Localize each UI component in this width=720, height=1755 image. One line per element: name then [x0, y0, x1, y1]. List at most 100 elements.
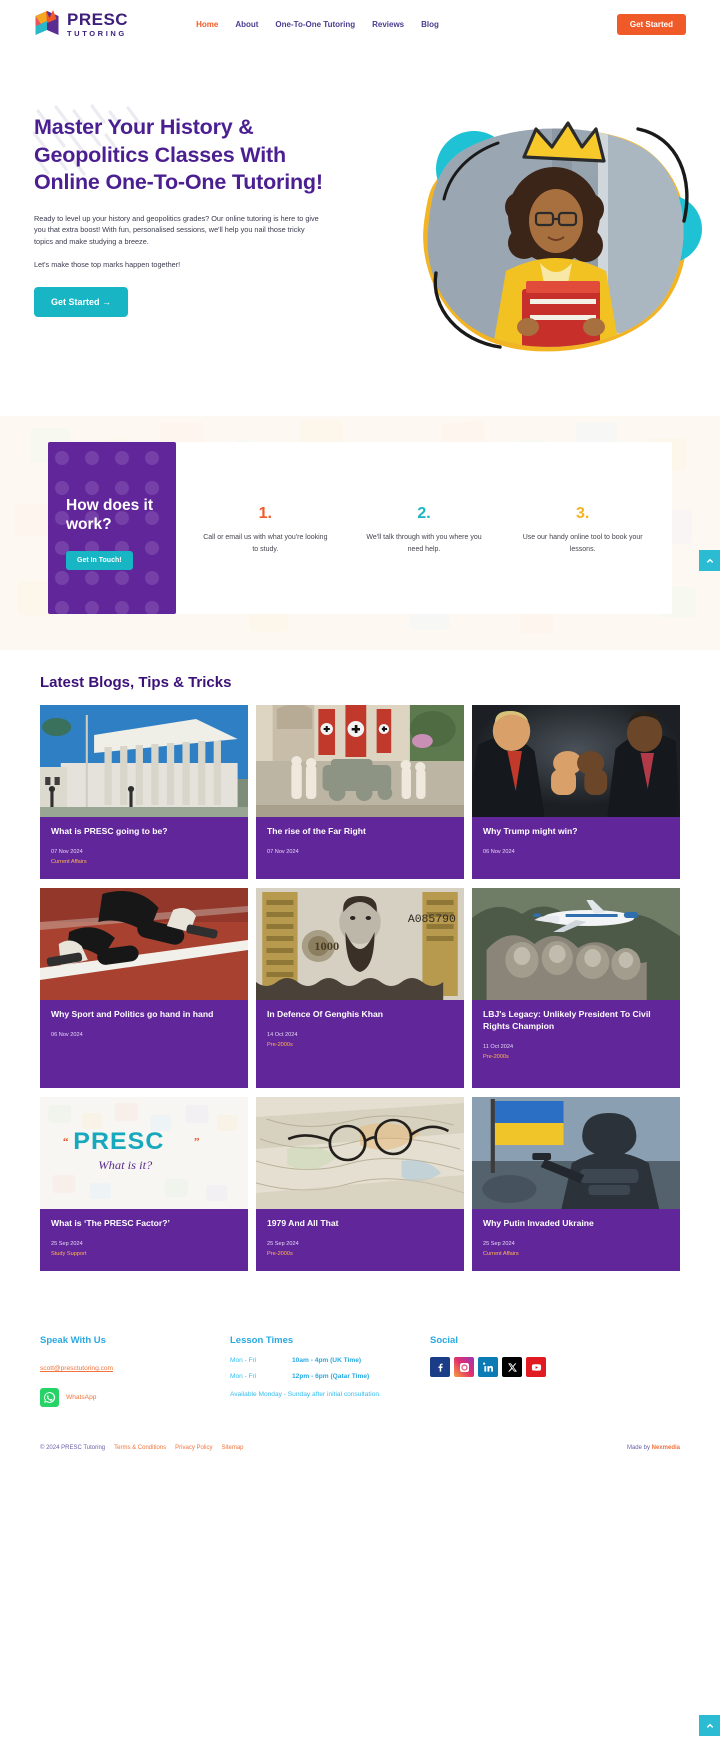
header-get-started-button[interactable]: Get Started [616, 13, 686, 35]
lesson-times-heading: Lesson Times [230, 1335, 294, 1346]
logo-main-text: PRESC [67, 9, 129, 29]
blog-card[interactable]: 1979 And All That 25 Sep 2024 Pre-2000s [256, 1097, 464, 1271]
nav-item-blog[interactable]: Blog [421, 20, 439, 29]
supreme-court-building-photo [40, 705, 248, 817]
far-right-rally-photo [256, 705, 464, 817]
step-2-number: 2. [417, 505, 431, 522]
whatsapp-icon [40, 1388, 59, 1407]
footer-speak-with-us: Speak With Us scott@presctutoring.com Wh… [40, 1335, 230, 1407]
scroll-to-top-button[interactable] [699, 1715, 720, 1736]
nav-item-home[interactable]: Home [196, 20, 218, 29]
blog-card-title: LBJ's Legacy: Unlikely President To Civi… [483, 1009, 651, 1031]
mongolian-banknote-photo: 1000 A085790 [256, 888, 464, 1000]
hero-student-illustration [423, 121, 702, 352]
hero-get-started-button[interactable]: Get Started → [34, 286, 129, 317]
svg-text:PRESC: PRESC [73, 1128, 164, 1154]
blog-card[interactable]: LBJ's Legacy: Unlikely President To Civi… [472, 888, 680, 1088]
blog-card-category: Pre-2000s [483, 1053, 509, 1060]
blog-card[interactable]: “ PRESC ” What is it? What is ‘The PRESC… [40, 1097, 248, 1271]
get-in-touch-button[interactable]: Get In Touch! [66, 550, 133, 570]
nav-item-about[interactable]: About [235, 20, 258, 29]
how-it-works-heading: How does it work? [66, 497, 153, 533]
blog-card[interactable]: What is PRESC going to be? 07 Nov 2024 C… [40, 705, 248, 879]
blog-card-title: What is ‘The PRESC Factor?’ [51, 1218, 170, 1228]
sprinter-starting-blocks-photo [40, 888, 248, 1000]
speak-with-us-heading: Speak With Us [40, 1335, 106, 1346]
nav-item-one-to-one-tutoring[interactable]: One-To-One Tutoring [275, 20, 355, 29]
trump-obama-fist-bump-photo [472, 705, 680, 817]
social-heading: Social [430, 1335, 458, 1346]
blog-card-date: 07 Nov 2024 [267, 848, 299, 855]
latest-blogs-section: Latest Blogs, Tips & Tricks What is PRES… [0, 650, 720, 1271]
how-it-works-steps: 1. Call or email us with what you're loo… [176, 442, 672, 614]
blog-card-title: Why Putin Invaded Ukraine [483, 1218, 594, 1228]
lesson-day: Mon - Fri [230, 1357, 257, 1364]
blog-card-category: Study Support [51, 1250, 87, 1257]
blog-card-title: Why Trump might win? [483, 826, 578, 836]
site-footer: Speak With Us scott@presctutoring.com Wh… [0, 1317, 720, 1407]
svg-text:“: “ [63, 1136, 69, 1148]
privacy-policy-link[interactable]: Privacy Policy [175, 1445, 212, 1451]
blog-card-category: Pre-2000s [267, 1041, 293, 1048]
linkedin-icon[interactable] [478, 1357, 498, 1377]
blog-card[interactable]: Why Trump might win? 06 Nov 2024 [472, 705, 680, 879]
sitemap-link[interactable]: Sitemap [222, 1445, 244, 1451]
copyright-bar: © 2024 PRESC Tutoring Terms & Conditions… [0, 1445, 720, 1451]
social-links [430, 1357, 546, 1377]
hero-paragraph: Ready to level up your history and geopo… [34, 213, 319, 247]
svg-text:1000: 1000 [314, 939, 339, 953]
contact-email-link[interactable]: scott@presctutoring.com [40, 1365, 113, 1372]
blog-card-category: Current Affairs [51, 858, 87, 865]
blog-card-date: 25 Sep 2024 [267, 1240, 299, 1247]
blog-card[interactable]: Why Sport and Politics go hand in hand 0… [40, 888, 248, 1088]
hero-section: Master Your History & Geopolitics Classe… [0, 48, 720, 378]
blog-card[interactable]: Why Putin Invaded Ukraine 25 Sep 2024 Cu… [472, 1097, 680, 1271]
air-force-one-mount-rushmore-photo [472, 888, 680, 1000]
svg-text:What is it?: What is it? [98, 1158, 153, 1172]
made-by-prefix: Made by [626, 1445, 652, 1451]
step-1: 1. Call or email us with what you're loo… [186, 506, 345, 556]
hero-content: Master Your History & Geopolitics Classe… [34, 66, 326, 317]
step-3: 3. Use our handy online tool to book you… [503, 506, 662, 556]
terms-and-conditions-link[interactable]: Terms & Conditions [114, 1445, 166, 1451]
instagram-icon[interactable] [454, 1357, 474, 1377]
youtube-icon[interactable] [526, 1357, 546, 1377]
main-nav: Home About One-To-One Tutoring Reviews B… [196, 20, 439, 29]
blog-card-title: What is PRESC going to be? [51, 826, 168, 836]
blog-grid-row-2: Why Sport and Politics go hand in hand 0… [40, 888, 680, 1088]
nav-item-reviews[interactable]: Reviews [372, 20, 404, 29]
step-3-text: Use our handy online tool to book your l… [522, 534, 643, 553]
blog-card-date: 06 Nov 2024 [51, 1031, 83, 1038]
made-by-name[interactable]: Nexmedia [652, 1445, 680, 1451]
blog-card-date: 07 Nov 2024 [51, 848, 83, 855]
blog-grid-row-1: What is PRESC going to be? 07 Nov 2024 C… [40, 705, 680, 879]
blog-card-title: In Defence Of Genghis Khan [267, 1009, 384, 1019]
whatsapp-link[interactable]: WhatsApp [40, 1388, 230, 1407]
blog-card-date: 14 Oct 2024 [267, 1031, 298, 1038]
blog-grid-row-3: “ PRESC ” What is it? What is ‘The PRESC… [40, 1097, 680, 1271]
x-twitter-icon[interactable] [502, 1357, 522, 1377]
blog-card-category: Current Affairs [483, 1250, 519, 1257]
map-and-glasses-photo [256, 1097, 464, 1209]
hero-paragraph-2: Let's make those top marks happen togeth… [34, 259, 181, 269]
footer-social: Social [430, 1335, 546, 1407]
lesson-time-row: Mon - Fri 10am - 4pm (UK Time) [230, 1357, 430, 1364]
whatsapp-label: WhatsApp [66, 1394, 97, 1401]
presc-what-is-it-graphic: “ PRESC ” What is it? [40, 1097, 248, 1209]
footer-lesson-times: Lesson Times Mon - Fri 10am - 4pm (UK Ti… [230, 1335, 430, 1407]
blog-card-title: Why Sport and Politics go hand in hand [51, 1009, 214, 1019]
how-it-works-section: How does it work? Get In Touch! 1. Call … [0, 416, 720, 650]
facebook-icon[interactable] [430, 1357, 450, 1377]
blog-card[interactable]: The rise of the Far Right 07 Nov 2024 [256, 705, 464, 879]
crown-icon [522, 121, 606, 163]
svg-text:A085790: A085790 [408, 914, 456, 926]
page-root: PRESC TUTORING Home About One-To-One Tut… [0, 0, 720, 1755]
copyright-text: © 2024 PRESC Tutoring [40, 1445, 106, 1451]
blog-card-date: 25 Sep 2024 [51, 1240, 83, 1247]
blog-card[interactable]: 1000 A085790 In Defence Of Genghis Khan … [256, 888, 464, 1088]
lesson-time: 10am - 4pm (UK Time) [292, 1357, 362, 1364]
site-logo[interactable]: PRESC TUTORING [34, 9, 128, 39]
logo-sub-text: TUTORING [67, 28, 127, 38]
blog-card-category: Pre-2000s [267, 1250, 293, 1257]
blog-card-date: 06 Nov 2024 [483, 848, 515, 855]
